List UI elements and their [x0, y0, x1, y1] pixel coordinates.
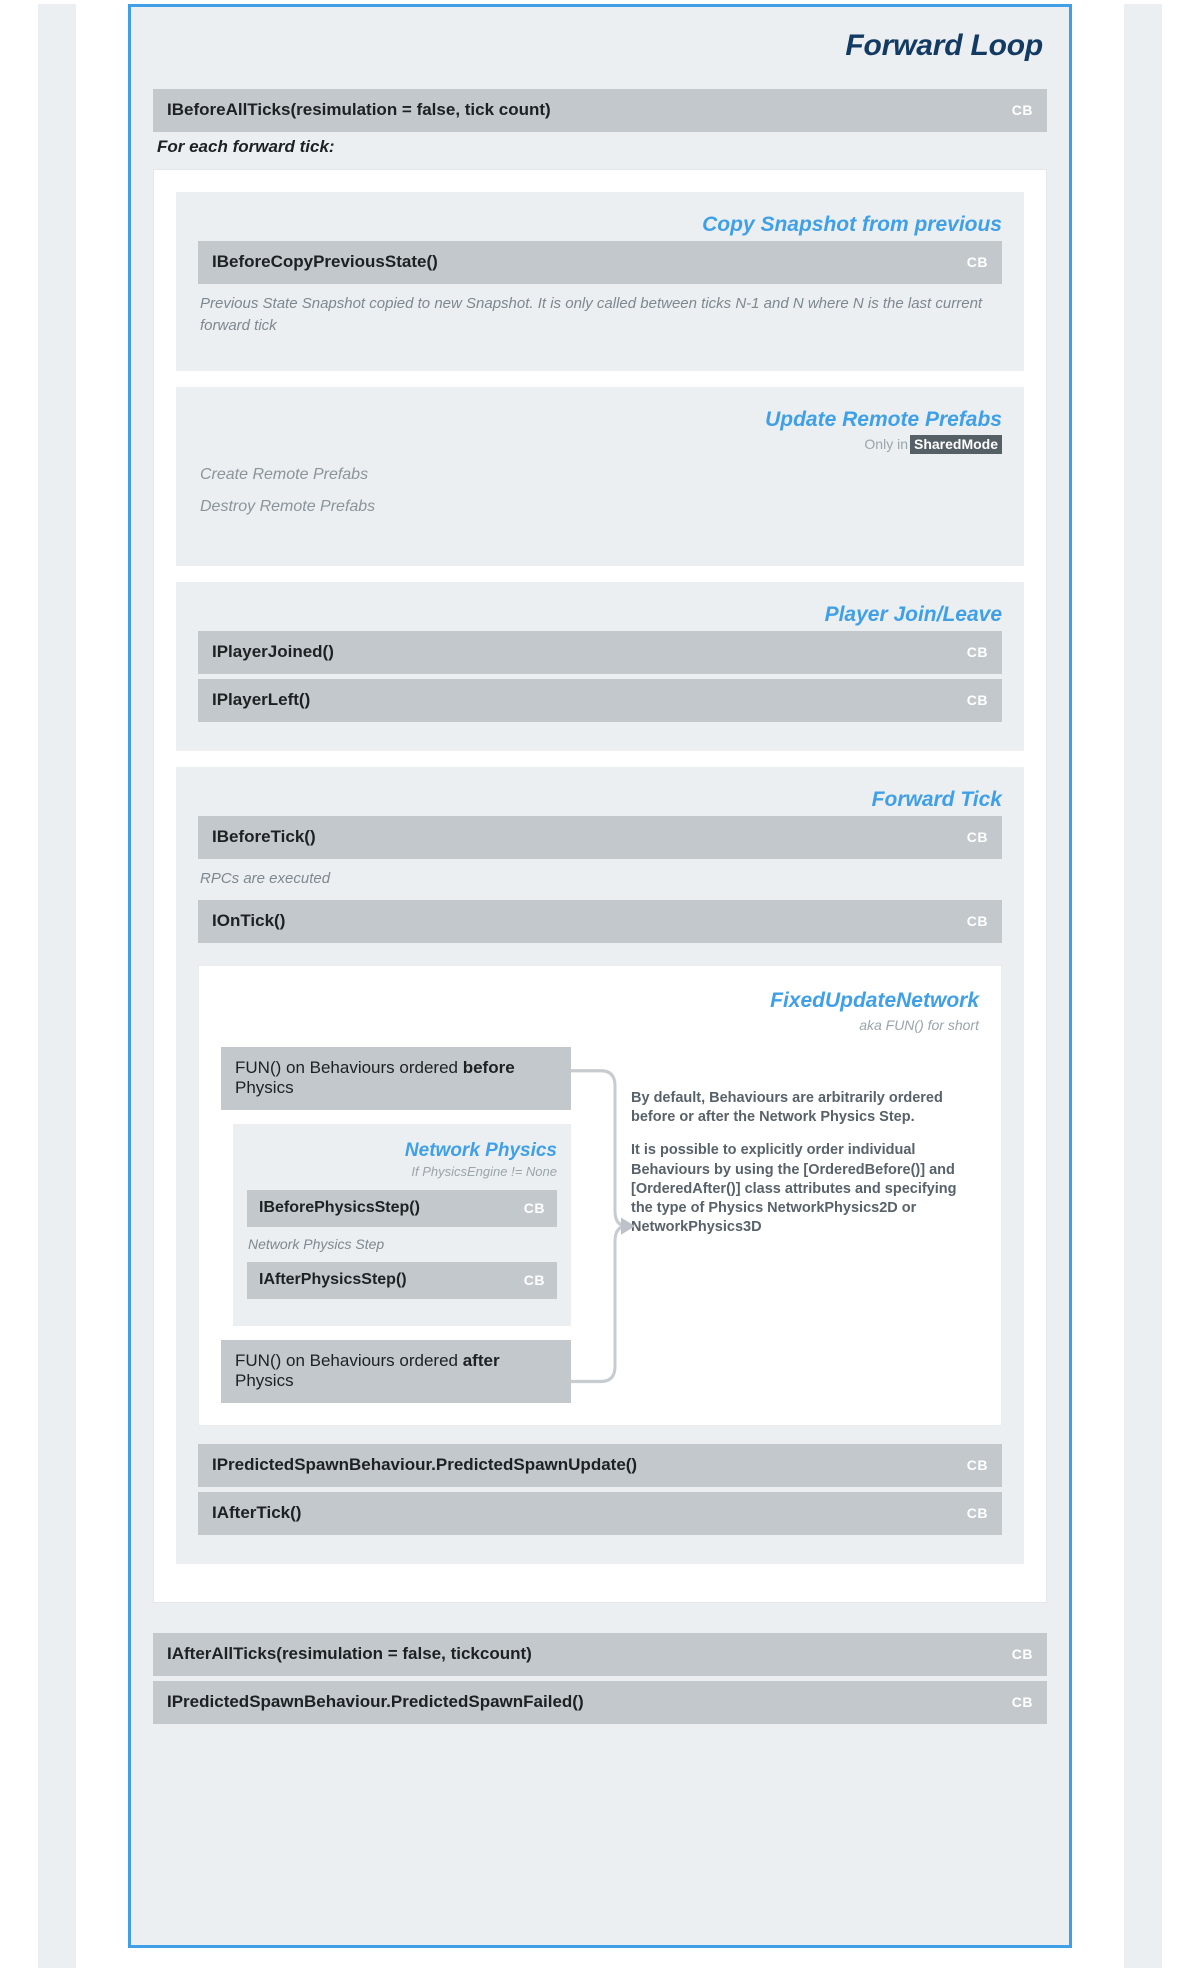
rpc-note: RPCs are executed [200, 870, 331, 888]
callback-player-joined[interactable]: IPlayerJoined() CB [198, 631, 1002, 675]
callback-before-all-ticks[interactable]: IBeforeAllTicks(resimulation = false, ti… [153, 89, 1047, 132]
callback-badge: CB [523, 1272, 545, 1289]
annotation-paragraph: It is possible to explicitly order indiv… [631, 1142, 957, 1235]
page-guide-right [1124, 4, 1162, 1968]
callback-after-tick[interactable]: IAfterTick() CB [198, 1492, 1002, 1536]
bracket-arrow-icon [571, 1069, 635, 1384]
annotation-paragraph: By default, Behaviours are arbitrarily o… [631, 1090, 943, 1126]
callback-badge: CB [1011, 1646, 1033, 1663]
per-tick-container: Copy Snapshot from previous IBeforeCopyP… [153, 169, 1047, 1604]
callback-label: IBeforeAllTicks(resimulation = false, ti… [167, 100, 551, 119]
fun-after-suffix: Physics [235, 1371, 294, 1391]
callback-badge: CB [523, 1199, 545, 1216]
status-badge-sharedmode: SharedMode [909, 434, 1002, 454]
panel-title-forward-tick: Forward Tick [871, 788, 1002, 812]
callback-after-all-ticks[interactable]: IAfterAllTicks(resimulation = false, tic… [153, 1633, 1047, 1677]
fun-after-strong: after [462, 1351, 500, 1371]
callback-label: IBeforeCopyPreviousState() [212, 252, 438, 272]
callback-after-physics-step[interactable]: IAfterPhysicsStep() CB [247, 1262, 557, 1300]
fun-before-strong: before [462, 1058, 515, 1078]
copy-snapshot-note: Previous State Snapshot copied to new Sn… [200, 295, 983, 334]
callback-label: IOnTick() [212, 911, 286, 930]
callback-label: IAfterTick() [212, 1503, 302, 1523]
panel-forward-tick: Forward Tick IBeforeTick() CB RPCs are e… [176, 767, 1024, 1565]
shared-mode-prefix: Only in [864, 435, 908, 452]
callback-before-tick[interactable]: IBeforeTick() CB [198, 816, 1002, 860]
callback-label: IBeforeTick() [212, 827, 316, 847]
panel-title-update-remote-prefabs: Update Remote Prefabs [765, 407, 1002, 431]
callback-badge: CB [966, 913, 988, 929]
fun-before-physics-bar[interactable]: FUN() on Behaviours ordered before Physi… [221, 1047, 571, 1111]
panel-fixed-update-network: FixedUpdateNetwork aka FUN() for short F… [198, 965, 1002, 1427]
callback-label: IAfterAllTicks(resimulation = false, tic… [167, 1644, 532, 1664]
callback-label: IAfterPhysicsStep() [259, 1271, 407, 1289]
ordering-connector [571, 1047, 635, 1403]
fun-after-physics-bar[interactable]: FUN() on Behaviours ordered after Physic… [221, 1340, 571, 1404]
network-physics-condition: If PhysicsEngine != None [411, 1163, 557, 1179]
network-physics-step-note: Network Physics Step [248, 1235, 385, 1252]
panel-title-player-join-leave: Player Join/Leave [824, 602, 1002, 626]
callback-badge: CB [966, 1457, 988, 1474]
fun-before-suffix: Physics [235, 1078, 294, 1098]
shared-mode-condition: Only in SharedMode [198, 434, 1002, 454]
remote-prefab-line: Destroy Remote Prefabs [200, 497, 376, 515]
callback-label: IPlayerJoined() [212, 642, 334, 662]
callback-before-copy-previous-state[interactable]: IBeforeCopyPreviousState() CB [198, 241, 1002, 285]
callback-predicted-spawn-update[interactable]: IPredictedSpawnBehaviour.PredictedSpawnU… [198, 1444, 1002, 1488]
for-each-forward-tick-label: For each forward tick: [157, 137, 335, 156]
callback-label: IPlayerLeft() [212, 690, 311, 710]
callback-badge: CB [966, 254, 988, 271]
callback-player-left[interactable]: IPlayerLeft() CB [198, 679, 1002, 723]
panel-title-network-physics: Network Physics [404, 1140, 557, 1162]
panel-copy-snapshot: Copy Snapshot from previous IBeforeCopyP… [176, 192, 1024, 371]
page-title: Forward Loop [845, 29, 1043, 62]
callback-label: IPredictedSpawnBehaviour.PredictedSpawnF… [167, 1692, 584, 1712]
panel-title-fixed-update-network: FixedUpdateNetwork [770, 989, 979, 1012]
callback-badge: CB [966, 692, 988, 709]
fun-before-prefix: FUN() on Behaviours ordered [235, 1058, 463, 1078]
panel-network-physics: Network Physics If PhysicsEngine != None… [233, 1124, 571, 1327]
callback-before-physics-step[interactable]: IBeforePhysicsStep() CB [247, 1189, 557, 1227]
fun-after-prefix: FUN() on Behaviours ordered [235, 1351, 463, 1371]
callback-label: IPredictedSpawnBehaviour.PredictedSpawnU… [212, 1455, 638, 1475]
fun-subtitle: aka FUN() for short [859, 1017, 979, 1034]
page-guide-left [38, 4, 76, 1968]
callback-badge: CB [966, 829, 988, 846]
callback-label: IBeforePhysicsStep() [259, 1198, 420, 1216]
forward-loop-container: Forward Loop IBeforeAllTicks(resimulatio… [128, 4, 1072, 1948]
diagram-page: Forward Loop IBeforeAllTicks(resimulatio… [0, 4, 1200, 1968]
callback-on-tick[interactable]: IOnTick() CB [198, 900, 1002, 943]
callback-badge: CB [966, 644, 988, 661]
remote-prefab-line: Create Remote Prefabs [200, 465, 369, 483]
callback-predicted-spawn-failed[interactable]: IPredictedSpawnBehaviour.PredictedSpawnF… [153, 1681, 1047, 1725]
panel-player-join-leave: Player Join/Leave IPlayerJoined() CB IPl… [176, 581, 1024, 752]
callback-badge: CB [1011, 102, 1033, 118]
callback-badge: CB [966, 1505, 988, 1522]
panel-update-remote-prefabs: Update Remote Prefabs Only in SharedMode … [176, 386, 1024, 566]
callback-badge: CB [1011, 1694, 1033, 1711]
panel-title-copy-snapshot: Copy Snapshot from previous [702, 213, 1002, 236]
ordering-annotation: By default, Behaviours are arbitrarily o… [631, 1047, 979, 1237]
